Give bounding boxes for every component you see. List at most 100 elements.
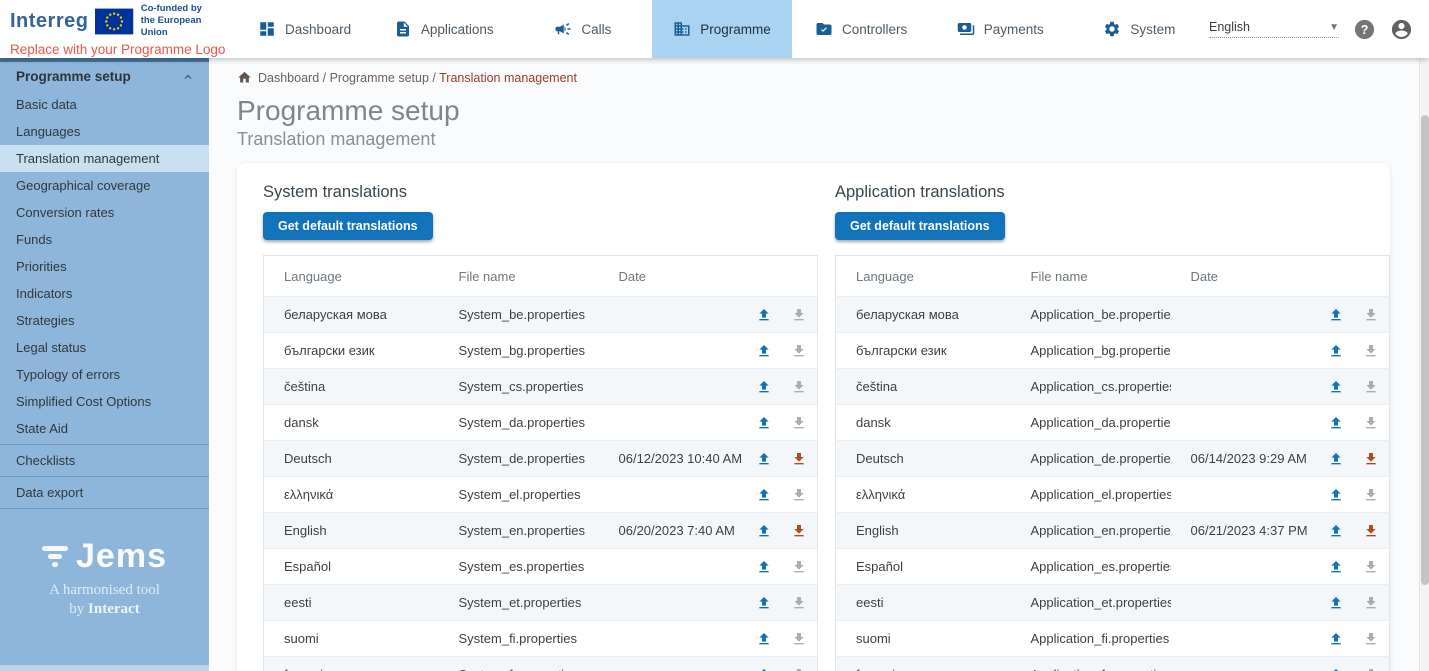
sidebar-item-data-export[interactable]: Data export xyxy=(0,479,209,506)
vertical-scrollbar[interactable] xyxy=(1419,58,1429,671)
file-name-cell: System_el.properties xyxy=(439,477,599,513)
scrollbar-thumb[interactable] xyxy=(1421,115,1429,585)
nav-item-system[interactable]: System xyxy=(1070,0,1209,58)
download-icon[interactable] xyxy=(1354,441,1390,477)
sidebar-item-basic-data[interactable]: Basic data xyxy=(0,91,209,118)
jems-tagline: A harmonised tool xyxy=(0,582,209,599)
upload-icon[interactable] xyxy=(1318,369,1354,405)
nav-item-payments[interactable]: Payments xyxy=(931,0,1070,58)
upload-icon[interactable] xyxy=(746,585,782,621)
download-icon xyxy=(1354,333,1390,369)
upload-icon[interactable] xyxy=(1318,621,1354,657)
sidebar-item-legal-status[interactable]: Legal status xyxy=(0,334,209,361)
language-cell: eesti xyxy=(836,585,1011,621)
download-icon xyxy=(1354,549,1390,585)
jems-mark-icon xyxy=(42,546,68,567)
language-cell: Español xyxy=(264,549,439,585)
table-row: eestiSystem_et.properties xyxy=(264,585,818,621)
file-name-cell: Application_de.properties xyxy=(1011,441,1171,477)
upload-icon[interactable] xyxy=(1318,513,1354,549)
column-header-language: Language xyxy=(264,256,439,297)
upload-icon[interactable] xyxy=(1318,549,1354,585)
upload-icon[interactable] xyxy=(1318,477,1354,513)
nav-item-calls[interactable]: Calls xyxy=(513,0,652,58)
home-icon[interactable] xyxy=(237,70,252,85)
sidebar-item-translation-management[interactable]: Translation management xyxy=(0,145,209,172)
breadcrumb-dashboard[interactable]: Dashboard xyxy=(258,71,319,85)
nav-item-dashboard[interactable]: Dashboard xyxy=(235,0,374,58)
sidebar-item-priorities[interactable]: Priorities xyxy=(0,253,209,280)
nav-label: Controllers xyxy=(842,22,907,37)
nav-item-controllers[interactable]: Controllers xyxy=(792,0,931,58)
nav-item-applications[interactable]: Applications xyxy=(374,0,513,58)
column-header-language: Language xyxy=(836,256,1011,297)
upload-icon[interactable] xyxy=(746,405,782,441)
download-icon[interactable] xyxy=(782,513,818,549)
sidebar-item-funds[interactable]: Funds xyxy=(0,226,209,253)
account-icon[interactable] xyxy=(1390,18,1413,41)
sidebar-item-strategies[interactable]: Strategies xyxy=(0,307,209,334)
nav-item-programme[interactable]: Programme xyxy=(652,0,791,58)
calls-icon xyxy=(554,20,572,38)
applications-icon xyxy=(394,20,412,38)
system-get-default-translations-button[interactable]: Get default translations xyxy=(263,212,433,240)
date-cell xyxy=(1171,477,1318,513)
logo-placeholder-text: Replace with your Programme Logo xyxy=(10,42,227,57)
upload-icon[interactable] xyxy=(746,513,782,549)
file-name-cell: Application_fi.properties xyxy=(1011,621,1171,657)
sidebar-item-simplified-cost-options[interactable]: Simplified Cost Options xyxy=(0,388,209,415)
date-cell xyxy=(599,549,746,585)
table-row: češtinaApplication_cs.properties xyxy=(836,369,1390,405)
sidebar-items: Basic dataLanguagesTranslation managemen… xyxy=(0,91,209,511)
sidebar-item-checklists[interactable]: Checklists xyxy=(0,447,209,474)
download-icon[interactable] xyxy=(782,441,818,477)
upload-icon[interactable] xyxy=(1318,297,1354,333)
main-content: Dashboard / Programme setup / Translatio… xyxy=(209,58,1419,671)
help-icon[interactable]: ? xyxy=(1353,18,1376,41)
sidebar-item-indicators[interactable]: Indicators xyxy=(0,280,209,307)
date-cell xyxy=(1171,657,1318,671)
sidebar-divider xyxy=(0,508,209,509)
date-cell xyxy=(1171,297,1318,333)
language-cell: suomi xyxy=(836,621,1011,657)
upload-icon[interactable] xyxy=(746,621,782,657)
sidebar-header-programme-setup[interactable]: Programme setup xyxy=(0,62,209,91)
sidebar-item-geographical-coverage[interactable]: Geographical coverage xyxy=(0,172,209,199)
download-icon[interactable] xyxy=(1354,513,1390,549)
controllers-icon xyxy=(815,20,833,38)
upload-icon[interactable] xyxy=(746,441,782,477)
date-cell xyxy=(599,585,746,621)
date-cell xyxy=(1171,621,1318,657)
date-cell xyxy=(1171,549,1318,585)
upload-icon[interactable] xyxy=(746,369,782,405)
sidebar-item-state-aid[interactable]: State Aid xyxy=(0,415,209,442)
upload-icon[interactable] xyxy=(746,333,782,369)
upload-icon[interactable] xyxy=(1318,657,1354,671)
download-icon xyxy=(1354,369,1390,405)
upload-icon[interactable] xyxy=(1318,585,1354,621)
sidebar-divider xyxy=(0,476,209,477)
translations-card: System translationsGet default translati… xyxy=(237,163,1390,671)
upload-icon[interactable] xyxy=(746,657,782,671)
breadcrumb-programme-setup[interactable]: Programme setup xyxy=(330,71,429,85)
download-icon xyxy=(1354,621,1390,657)
upload-icon[interactable] xyxy=(746,477,782,513)
upload-icon[interactable] xyxy=(1318,441,1354,477)
sidebar-item-languages[interactable]: Languages xyxy=(0,118,209,145)
upload-icon[interactable] xyxy=(1318,333,1354,369)
sidebar-item-conversion-rates[interactable]: Conversion rates xyxy=(0,199,209,226)
breadcrumb-separator: / xyxy=(429,71,439,85)
file-name-cell: System_fr.properties xyxy=(439,657,599,671)
top-navbar: Interreg Co-funded by the European Union… xyxy=(0,0,1429,58)
download-icon xyxy=(782,297,818,333)
language-select[interactable]: English ▼ xyxy=(1209,20,1339,38)
page-title: Programme setup xyxy=(237,95,1419,127)
upload-icon[interactable] xyxy=(1318,405,1354,441)
application-get-default-translations-button[interactable]: Get default translations xyxy=(835,212,1005,240)
language-cell: français xyxy=(264,657,439,671)
upload-icon[interactable] xyxy=(746,549,782,585)
sidebar-item-typology-of-errors[interactable]: Typology of errors xyxy=(0,361,209,388)
cofunded-text: Co-funded by the European Union xyxy=(141,3,227,39)
file-name-cell: Application_el.properties xyxy=(1011,477,1171,513)
upload-icon[interactable] xyxy=(746,297,782,333)
